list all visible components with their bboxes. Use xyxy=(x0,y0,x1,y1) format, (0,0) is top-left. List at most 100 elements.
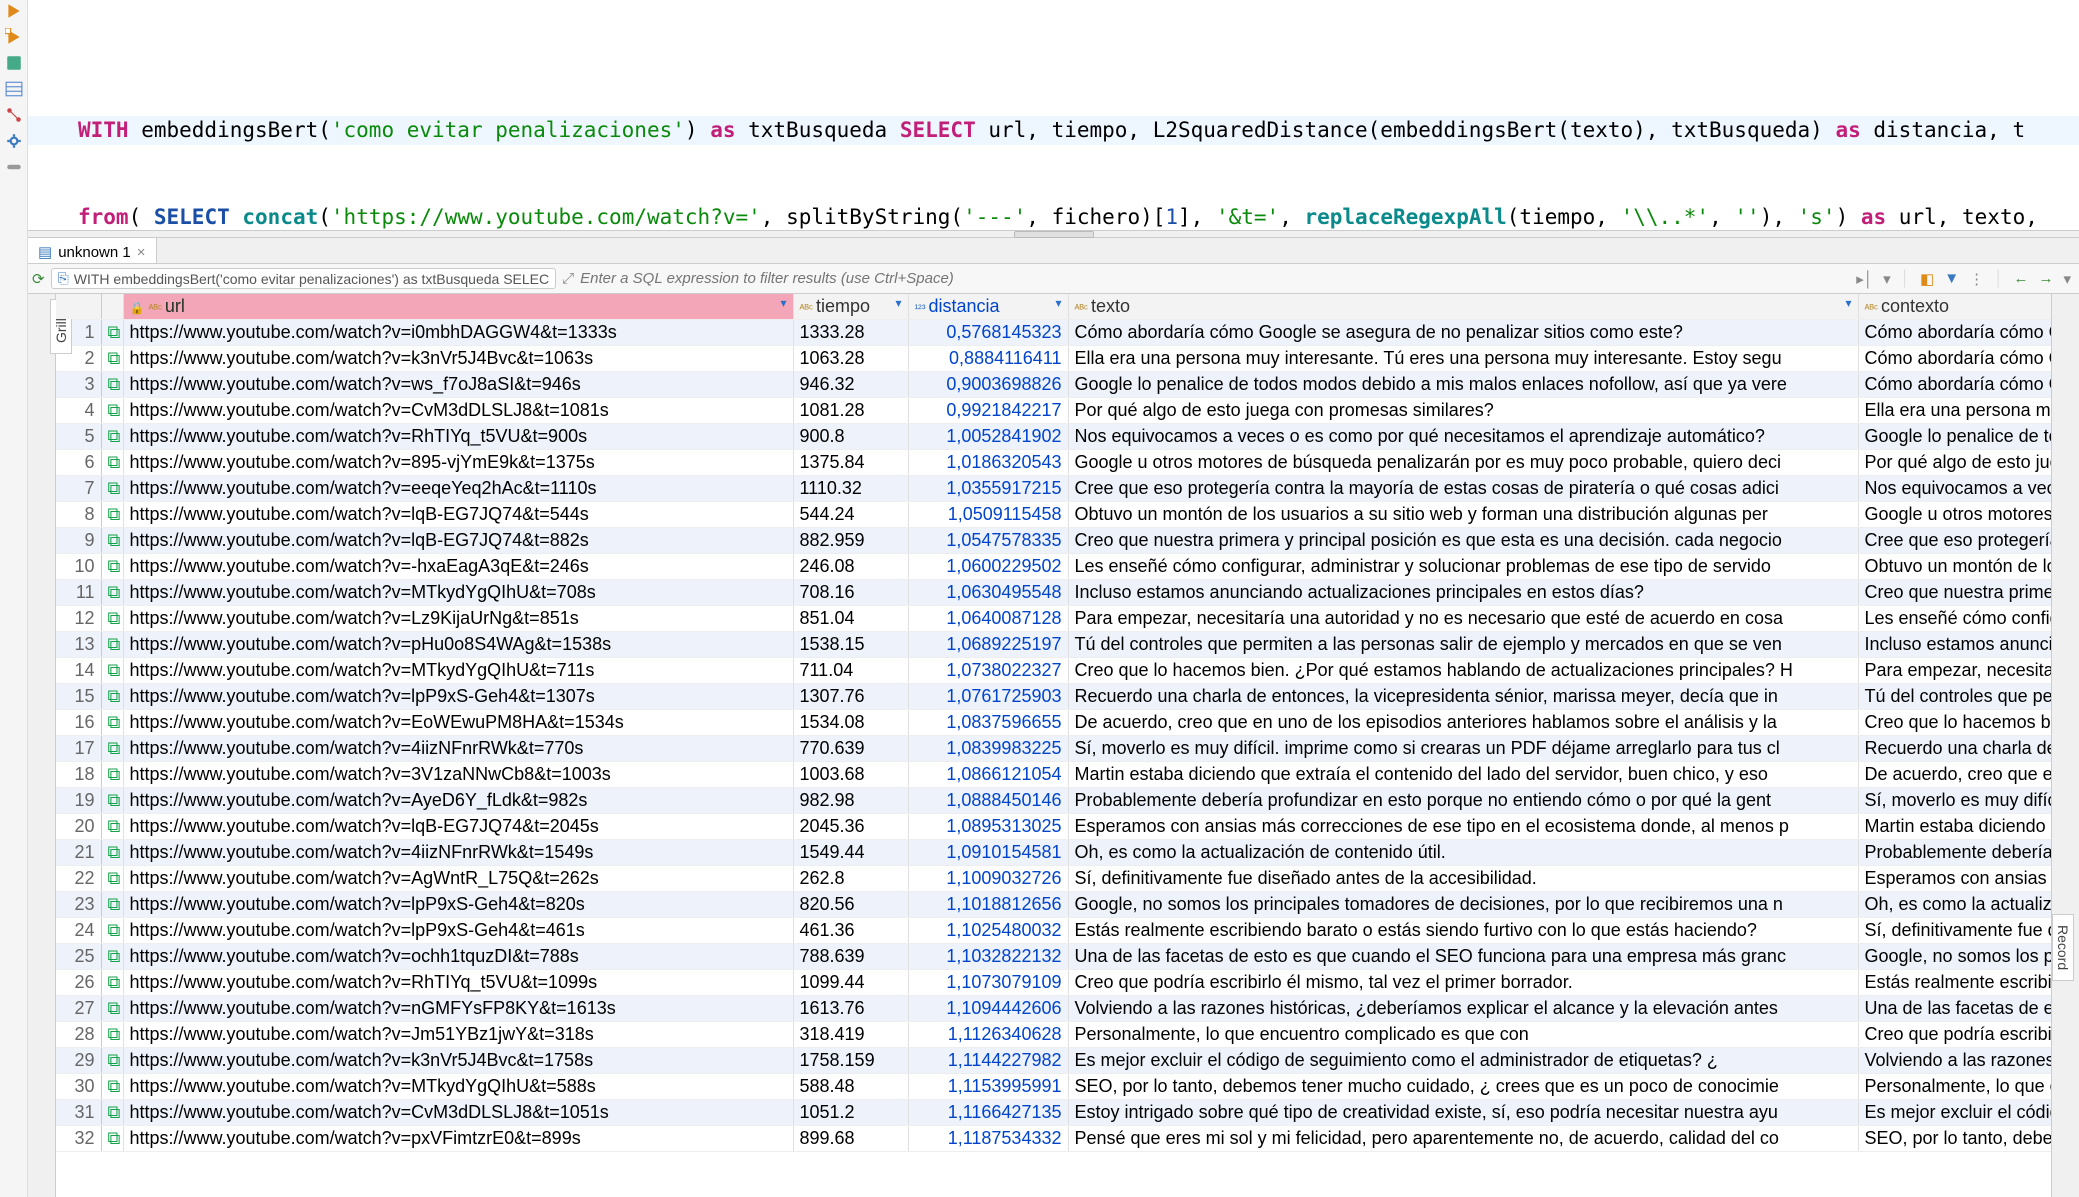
tiempo-cell[interactable]: 246.08 xyxy=(793,554,908,580)
texto-cell[interactable]: De acuerdo, creo que en uno de los episo… xyxy=(1068,710,1858,736)
link-cell-icon[interactable]: ⧉ xyxy=(101,1126,123,1152)
table-icon[interactable] xyxy=(5,80,23,98)
record-tab[interactable]: Record xyxy=(2052,914,2074,981)
texto-cell[interactable]: Nos equivocamos a veces o es como por qu… xyxy=(1068,424,1858,450)
nav-back-icon[interactable]: ← xyxy=(2013,270,2028,287)
contexto-cell[interactable]: De acuerdo, creo que en xyxy=(1858,762,2051,788)
table-row[interactable]: 1⧉https://www.youtube.com/watch?v=i0mbhD… xyxy=(56,320,2051,346)
url-cell[interactable]: https://www.youtube.com/watch?v=ws_f7oJ8… xyxy=(123,372,793,398)
contexto-cell[interactable]: Ella era una persona mu xyxy=(1858,398,2051,424)
distancia-cell[interactable]: 1,0547578335 xyxy=(908,528,1068,554)
link-cell-icon[interactable]: ⧉ xyxy=(101,840,123,866)
url-cell[interactable]: https://www.youtube.com/watch?v=-hxaEagA… xyxy=(123,554,793,580)
tiempo-cell[interactable]: 2045.36 xyxy=(793,814,908,840)
url-cell[interactable]: https://www.youtube.com/watch?v=eeqeYeq2… xyxy=(123,476,793,502)
distancia-cell[interactable]: 0,9003698826 xyxy=(908,372,1068,398)
contexto-cell[interactable]: Google, no somos los pri xyxy=(1858,944,2051,970)
url-cell[interactable]: https://www.youtube.com/watch?v=nGMFYsFP… xyxy=(123,996,793,1022)
url-cell[interactable]: https://www.youtube.com/watch?v=k3nVr5J4… xyxy=(123,346,793,372)
tiempo-cell[interactable]: 1003.68 xyxy=(793,762,908,788)
link-cell-icon[interactable]: ⧉ xyxy=(101,1100,123,1126)
texto-cell[interactable]: Es mejor excluir el código de seguimient… xyxy=(1068,1048,1858,1074)
distancia-cell[interactable]: 1,1018812656 xyxy=(908,892,1068,918)
rownum-header[interactable] xyxy=(56,294,101,320)
link-cell-icon[interactable]: ⧉ xyxy=(101,372,123,398)
link-cell-icon[interactable]: ⧉ xyxy=(101,788,123,814)
contexto-cell[interactable]: Recuerdo una charla de xyxy=(1858,736,2051,762)
tiempo-cell[interactable]: 820.56 xyxy=(793,892,908,918)
tiempo-cell[interactable]: 1549.44 xyxy=(793,840,908,866)
url-cell[interactable]: https://www.youtube.com/watch?v=Lz9KijaU… xyxy=(123,606,793,632)
col-url-header[interactable]: 🔒ᴬᴮᶜurl▾ xyxy=(123,294,793,320)
distancia-cell[interactable]: 1,0689225197 xyxy=(908,632,1068,658)
url-cell[interactable]: https://www.youtube.com/watch?v=3V1zaNNw… xyxy=(123,762,793,788)
url-cell[interactable]: https://www.youtube.com/watch?v=895-vjYm… xyxy=(123,450,793,476)
contexto-cell[interactable]: Volviendo a las razones xyxy=(1858,1048,2051,1074)
url-cell[interactable]: https://www.youtube.com/watch?v=pxVFimtz… xyxy=(123,1126,793,1152)
close-tab-icon[interactable]: × xyxy=(137,244,146,261)
url-cell[interactable]: https://www.youtube.com/watch?v=RhTIYq_t… xyxy=(123,424,793,450)
url-cell[interactable]: https://www.youtube.com/watch?v=AgWntR_L… xyxy=(123,866,793,892)
distancia-cell[interactable]: 1,1094442606 xyxy=(908,996,1068,1022)
tiempo-cell[interactable]: 711.04 xyxy=(793,658,908,684)
link-cell-icon[interactable]: ⧉ xyxy=(101,476,123,502)
contexto-cell[interactable]: Sí, definitivamente fue d xyxy=(1858,918,2051,944)
tiempo-cell[interactable]: 1081.28 xyxy=(793,398,908,424)
texto-cell[interactable]: Creo que nuestra primera y principal pos… xyxy=(1068,528,1858,554)
col-texto-header[interactable]: ᴬᴮᶜtexto▾ xyxy=(1068,294,1858,320)
url-cell[interactable]: https://www.youtube.com/watch?v=4iizNFnr… xyxy=(123,736,793,762)
distancia-cell[interactable]: 1,0600229502 xyxy=(908,554,1068,580)
tiempo-cell[interactable]: 1758.159 xyxy=(793,1048,908,1074)
tiempo-cell[interactable]: 262.8 xyxy=(793,866,908,892)
link-cell-icon[interactable]: ⧉ xyxy=(101,736,123,762)
sort-icon[interactable]: ▾ xyxy=(780,296,786,310)
contexto-cell[interactable]: Probablemente debería p xyxy=(1858,840,2051,866)
tiempo-cell[interactable]: 1063.28 xyxy=(793,346,908,372)
texto-cell[interactable]: Incluso estamos anunciando actualizacion… xyxy=(1068,580,1858,606)
nav-dd-icon[interactable]: ▾ xyxy=(2063,270,2071,288)
tiempo-cell[interactable]: 882.959 xyxy=(793,528,908,554)
contexto-cell[interactable]: Obtuvo un montón de lo xyxy=(1858,554,2051,580)
table-row[interactable]: 31⧉https://www.youtube.com/watch?v=CvM3d… xyxy=(56,1100,2051,1126)
tiempo-cell[interactable]: 1375.84 xyxy=(793,450,908,476)
tiempo-cell[interactable]: 1110.32 xyxy=(793,476,908,502)
link-cell-icon[interactable]: ⧉ xyxy=(101,580,123,606)
distancia-cell[interactable]: 1,1153995991 xyxy=(908,1074,1068,1100)
url-cell[interactable]: https://www.youtube.com/watch?v=MTkydYgQ… xyxy=(123,1074,793,1100)
tiempo-cell[interactable]: 318.419 xyxy=(793,1022,908,1048)
link-header[interactable] xyxy=(101,294,123,320)
link-cell-icon[interactable]: ⧉ xyxy=(101,424,123,450)
link-cell-icon[interactable]: ⧉ xyxy=(101,450,123,476)
tiempo-cell[interactable]: 788.639 xyxy=(793,944,908,970)
tiempo-cell[interactable]: 1099.44 xyxy=(793,970,908,996)
nav-fwd-icon[interactable]: → xyxy=(2038,270,2053,287)
distancia-cell[interactable]: 1,1009032726 xyxy=(908,866,1068,892)
texto-cell[interactable]: Sí, definitivamente fue diseñado antes d… xyxy=(1068,866,1858,892)
contexto-cell[interactable]: Oh, es como la actualiza xyxy=(1858,892,2051,918)
table-row[interactable]: 27⧉https://www.youtube.com/watch?v=nGMFY… xyxy=(56,996,2051,1022)
texto-cell[interactable]: Una de las facetas de esto es que cuando… xyxy=(1068,944,1858,970)
distancia-cell[interactable]: 1,0910154581 xyxy=(908,840,1068,866)
table-row[interactable]: 11⧉https://www.youtube.com/watch?v=MTkyd… xyxy=(56,580,2051,606)
distancia-cell[interactable]: 1,1025480032 xyxy=(908,918,1068,944)
table-row[interactable]: 14⧉https://www.youtube.com/watch?v=MTkyd… xyxy=(56,658,2051,684)
tiempo-cell[interactable]: 946.32 xyxy=(793,372,908,398)
layout-icon[interactable]: ◧ xyxy=(1920,270,1934,288)
refresh-icon[interactable]: ⟳ xyxy=(32,270,45,288)
run-plan-icon[interactable] xyxy=(5,28,23,46)
col-distancia-header[interactable]: ¹²³distancia▾ xyxy=(908,294,1068,320)
texto-cell[interactable]: Oh, es como la actualización de contenid… xyxy=(1068,840,1858,866)
texto-cell[interactable]: Creo que lo hacemos bien. ¿Por qué estam… xyxy=(1068,658,1858,684)
tiempo-cell[interactable]: 851.04 xyxy=(793,606,908,632)
texto-cell[interactable]: Estoy intrigado sobre qué tipo de creati… xyxy=(1068,1100,1858,1126)
texto-cell[interactable]: Pensé que eres mi sol y mi felicidad, pe… xyxy=(1068,1126,1858,1152)
link-cell-icon[interactable]: ⧉ xyxy=(101,398,123,424)
results-tab[interactable]: ▤ unknown 1 × xyxy=(28,238,157,263)
table-row[interactable]: 13⧉https://www.youtube.com/watch?v=pHu0o… xyxy=(56,632,2051,658)
link-cell-icon[interactable]: ⧉ xyxy=(101,658,123,684)
save-icon[interactable] xyxy=(5,54,23,72)
contexto-cell[interactable]: Sí, moverlo es muy difíci xyxy=(1858,788,2051,814)
link-cell-icon[interactable]: ⧉ xyxy=(101,1022,123,1048)
table-row[interactable]: 12⧉https://www.youtube.com/watch?v=Lz9Ki… xyxy=(56,606,2051,632)
url-cell[interactable]: https://www.youtube.com/watch?v=pHu0o8S4… xyxy=(123,632,793,658)
